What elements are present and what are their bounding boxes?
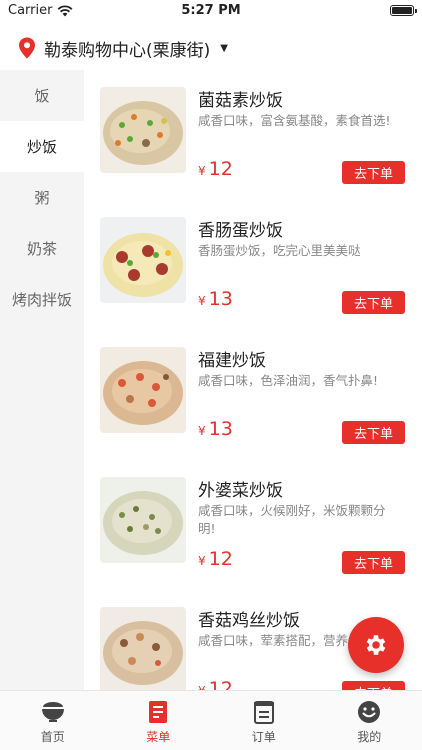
dish-photo	[100, 217, 186, 303]
category-item-rice[interactable]: 饭	[0, 70, 84, 121]
tab-label: 首页	[40, 730, 65, 744]
dish-price: ¥ 12	[198, 548, 233, 570]
clock: 5:27 PM	[181, 3, 241, 18]
location-pin-icon	[19, 37, 35, 59]
battery-icon	[390, 5, 417, 16]
status-bar: Carrier 5:27 PM	[0, 0, 422, 22]
order-button[interactable]: 去下单	[342, 681, 405, 690]
order-button[interactable]: 去下单	[342, 421, 405, 444]
dish-price: ¥ 13	[198, 418, 233, 440]
category-sidebar: 饭 炒饭 粥 奶茶 烤肉拌饭	[0, 70, 84, 690]
tab-label: 菜单	[146, 730, 171, 744]
tab-home[interactable]: 首页	[0, 691, 106, 750]
dish-description: 香肠蛋炒饭，吃完心里美美哒	[198, 243, 361, 258]
dish-price: ¥ 12	[198, 678, 233, 690]
dish-card[interactable]: 香肠蛋炒饭 香肠蛋炒饭，吃完心里美美哒 ¥ 13 去下单	[84, 200, 422, 330]
dish-name: 福建炒饭	[198, 351, 266, 371]
dish-photo	[100, 87, 186, 173]
caret-down-icon: ▼	[220, 42, 228, 54]
dish-name: 外婆菜炒饭	[198, 481, 283, 501]
dish-price: ¥ 12	[198, 158, 233, 180]
order-button[interactable]: 去下单	[342, 291, 405, 314]
rice-bowl-icon	[41, 702, 64, 722]
dish-name: 菌菇素炒饭	[198, 91, 283, 111]
dish-name: 香肠蛋炒饭	[198, 221, 283, 241]
category-label: 饭	[34, 87, 50, 105]
currency-symbol: ¥	[198, 424, 206, 438]
dish-card[interactable]: 菌菇素炒饭 咸香口味，富含氨基酸，素食首选! ¥ 12 去下单	[84, 70, 422, 200]
price-value: 12	[208, 548, 233, 570]
price-value: 12	[208, 678, 233, 690]
settings-fab[interactable]	[348, 617, 404, 673]
dish-photo	[100, 477, 186, 563]
dish-list[interactable]: 菌菇素炒饭 咸香口味，富含氨基酸，素食首选! ¥ 12 去下单 香肠蛋炒饭 香肠…	[84, 70, 422, 690]
dish-price: ¥ 13	[198, 288, 233, 310]
store-selector[interactable]: 勒泰购物中心(栗康街) ▼	[0, 26, 422, 70]
dish-card[interactable]: 福建炒饭 咸香口味，色泽油润，香气扑鼻! ¥ 13 去下单	[84, 330, 422, 460]
currency-symbol: ¥	[198, 164, 206, 178]
dish-description: 咸香口味，色泽油润，香气扑鼻!	[198, 373, 379, 388]
smiley-face-icon	[358, 701, 381, 723]
tab-profile[interactable]: 我的	[317, 691, 422, 750]
order-button[interactable]: 去下单	[342, 161, 405, 184]
order-button[interactable]: 去下单	[342, 551, 405, 574]
category-label: 粥	[34, 189, 50, 207]
tab-label: 订单	[251, 730, 276, 744]
category-item-milk-tea[interactable]: 奶茶	[0, 223, 84, 274]
gear-icon	[366, 635, 386, 655]
dish-card[interactable]: 外婆菜炒饭 咸香口味，火候刚好，米饭颗颗分明! ¥ 12 去下单	[84, 460, 422, 590]
tab-label: 我的	[357, 730, 382, 744]
category-label: 奶茶	[26, 240, 57, 258]
price-value: 12	[208, 158, 233, 180]
category-item-fried-rice[interactable]: 炒饭	[0, 121, 84, 172]
price-value: 13	[208, 288, 233, 310]
dish-description: 咸香口味，富含氨基酸，素食首选!	[198, 113, 391, 128]
tab-orders[interactable]: 订单	[211, 691, 317, 750]
dish-photo	[100, 607, 186, 690]
dish-description: 咸香口味，火候刚好，米饭颗颗分明!	[198, 503, 386, 536]
bottom-tab-bar: 首页 菜单 订单 我的	[0, 690, 422, 750]
menu-book-icon	[149, 701, 168, 723]
currency-symbol: ¥	[198, 554, 206, 568]
price-value: 13	[208, 418, 233, 440]
currency-symbol: ¥	[198, 294, 206, 308]
tab-menu[interactable]: 菜单	[106, 691, 212, 750]
category-item-bbq-rice[interactable]: 烤肉拌饭	[0, 274, 84, 325]
receipt-icon	[253, 701, 274, 724]
category-item-porridge[interactable]: 粥	[0, 172, 84, 223]
dish-name: 香菇鸡丝炒饭	[198, 611, 300, 631]
category-label: 炒饭	[26, 138, 57, 156]
dish-photo	[100, 347, 186, 433]
store-name: 勒泰购物中心(栗康街)	[44, 40, 211, 61]
category-label: 烤肉拌饭	[11, 291, 72, 309]
